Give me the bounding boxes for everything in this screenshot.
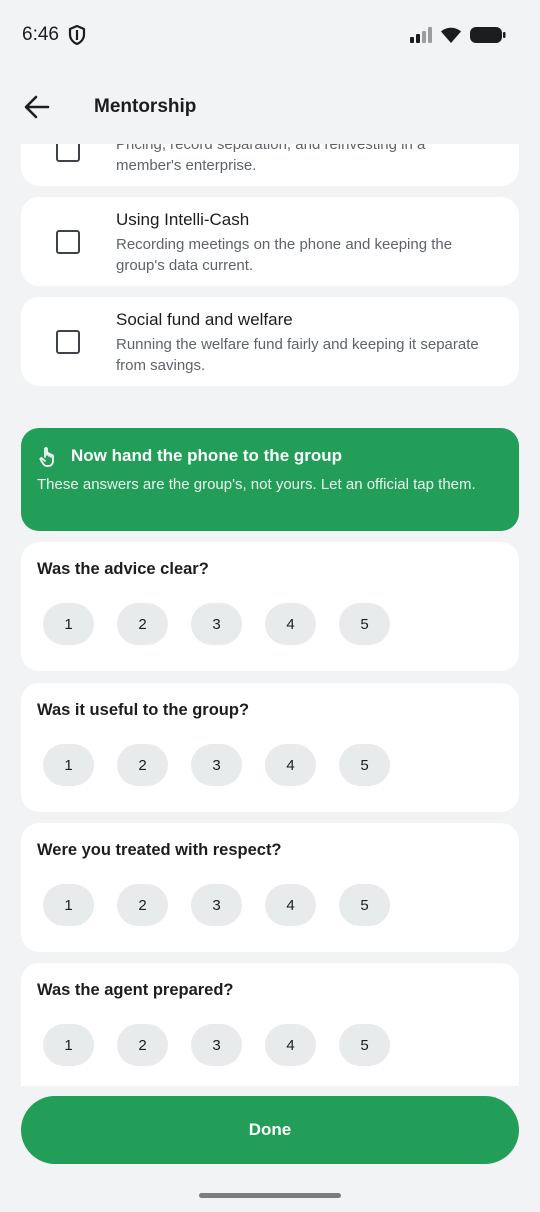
question-card: Was the agent prepared? 1 2 3 4 5 [21,963,519,1086]
rating-option[interactable]: 4 [265,744,316,786]
done-button[interactable]: Done [21,1096,519,1164]
rating-option[interactable]: 4 [265,884,316,926]
rating-option[interactable]: 5 [339,884,390,926]
question-text: Was the agent prepared? [37,981,234,999]
topic-title: Social fund and welfare [116,310,293,329]
rating-option[interactable]: 2 [117,744,168,786]
rating-option[interactable]: 5 [339,603,390,645]
topic-title: Using Intelli-Cash [116,210,250,229]
topic-checkbox[interactable] [56,330,80,354]
page-title: Mentorship [94,96,197,117]
rating-option[interactable]: 2 [117,884,168,926]
rating-option[interactable]: 4 [265,1024,316,1066]
rating-option[interactable]: 1 [43,1024,94,1066]
rating-option[interactable]: 5 [339,744,390,786]
rating-scale: 1 2 3 4 5 [43,1024,390,1066]
topic-card-intelli-cash[interactable]: Using Intelli-Cash Recording meetings on… [21,197,519,286]
topic-description: Running the welfare fund fairly and keep… [116,336,479,374]
handover-banner: Now hand the phone to the group These an… [21,428,519,531]
banner-text: These answers are the group's, not yours… [37,476,476,493]
question-text: Was the advice clear? [37,560,209,578]
topic-description: Pricing, record separation, and reinvest… [116,144,426,174]
app-bar: Mentorship [0,70,540,144]
question-card: Was it useful to the group? 1 2 3 4 5 [21,683,519,812]
question-card: Was the advice clear? 1 2 3 4 5 [21,542,519,671]
question-text: Was it useful to the group? [37,701,250,719]
rating-scale: 1 2 3 4 5 [43,884,390,926]
banner-title: Now hand the phone to the group [71,446,343,465]
question-text: Were you treated with respect? [37,841,282,859]
hand-pointer-icon [39,447,54,467]
topic-checkbox[interactable] [56,230,80,254]
status-bar: 6:46 [0,0,540,70]
status-time: 6:46 [22,24,59,45]
question-card: Were you treated with respect? 1 2 3 4 5 [21,823,519,952]
rating-option[interactable]: 5 [339,1024,390,1066]
rating-option[interactable]: 3 [191,744,242,786]
signal-icon [410,27,432,43]
rating-option[interactable]: 1 [43,603,94,645]
topic-card[interactable]: Pricing, record separation, and reinvest… [21,144,519,186]
rating-scale: 1 2 3 4 5 [43,603,390,645]
topic-description: Recording meetings on the phone and keep… [116,236,453,274]
rating-option[interactable]: 3 [191,603,242,645]
rating-option[interactable]: 2 [117,603,168,645]
rating-option[interactable]: 4 [265,603,316,645]
topic-card-social-fund[interactable]: Social fund and welfare Running the welf… [21,297,519,386]
battery-icon [470,27,506,43]
back-arrow-icon[interactable] [22,92,52,122]
rating-option[interactable]: 1 [43,884,94,926]
rating-option[interactable]: 2 [117,1024,168,1066]
shield-icon [68,25,86,45]
rating-option[interactable]: 3 [191,1024,242,1066]
wifi-icon [441,27,461,43]
rating-option[interactable]: 3 [191,884,242,926]
rating-option[interactable]: 1 [43,744,94,786]
status-icons [410,24,506,46]
content-scroll[interactable]: Pricing, record separation, and reinvest… [0,144,540,1086]
home-indicator[interactable] [199,1193,341,1198]
rating-scale: 1 2 3 4 5 [43,744,390,786]
topic-checkbox[interactable] [56,144,80,162]
